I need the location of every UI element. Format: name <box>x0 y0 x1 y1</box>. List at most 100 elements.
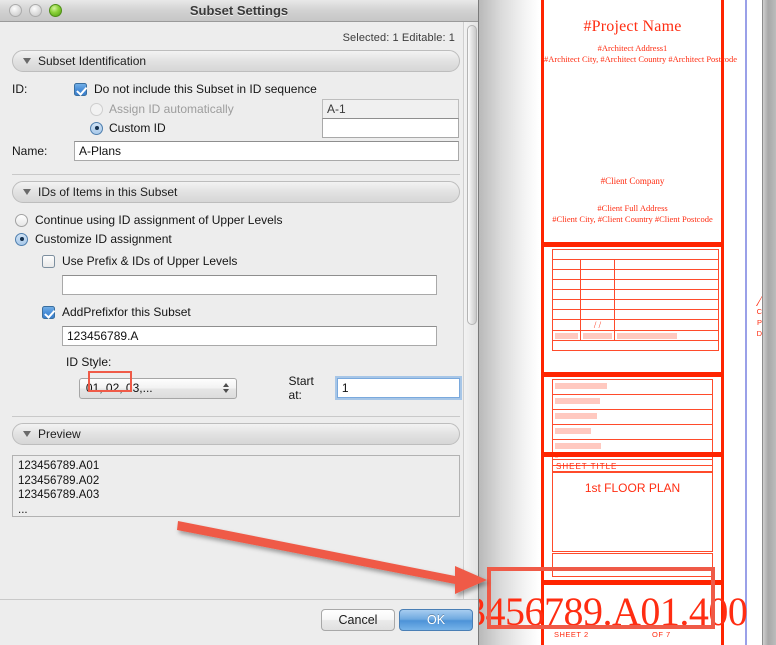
exclude-from-id-sequence-checkbox[interactable] <box>74 82 87 96</box>
custom-id-field[interactable] <box>322 118 459 138</box>
ok-button[interactable]: OK <box>399 609 473 631</box>
table-cell <box>552 319 581 331</box>
exclude-from-id-sequence-label: Do not include this Subset in ID sequenc… <box>94 82 317 96</box>
client-block: #Client Company #Client Full Address #Cl… <box>544 176 721 225</box>
table-cell <box>552 249 719 260</box>
placeholder-bar <box>555 413 597 419</box>
table-cell <box>614 309 719 320</box>
title-block-sheet: #Project Name #Architect Address1 #Archi… <box>541 0 738 645</box>
placeholder-bar <box>617 332 677 339</box>
placeholder-bar <box>555 443 601 449</box>
name-field[interactable]: A-Plans <box>74 141 459 161</box>
panel-left-gradient <box>479 0 539 645</box>
stepper-arrows-icon[interactable] <box>222 383 229 393</box>
table-cell <box>552 330 581 341</box>
assign-automatically-row: Assign ID automatically A-1 <box>12 99 460 119</box>
table-cell <box>580 259 615 270</box>
upper-levels-prefix-field-row <box>12 275 460 295</box>
architect-address-line2: #Architect City, #Architect Country #Arc… <box>544 54 738 64</box>
section-label: Subset Identification <box>38 54 147 68</box>
table-row <box>552 249 719 260</box>
customize-id-assignment-label: Customize ID assignment <box>35 232 172 246</box>
dialog-body: Selected: 1 Editable: 1 Subset Identific… <box>0 22 478 645</box>
table-row <box>552 309 719 320</box>
add-prefix-label-after: for this Subset <box>114 305 191 319</box>
table-row <box>552 299 719 310</box>
table-cell <box>552 340 719 351</box>
table-cell <box>614 289 719 300</box>
architect-address-line1: #Architect Address1 <box>597 43 668 53</box>
window-title: Subset Settings <box>189 3 289 18</box>
separator-bar-top <box>544 242 721 247</box>
disclosure-triangle-icon[interactable] <box>23 431 31 437</box>
table-cell <box>552 289 581 300</box>
list-item <box>553 398 712 410</box>
customize-id-assignment-radio[interactable] <box>15 232 28 246</box>
use-prefix-upper-levels-label: Use Prefix & IDs of Upper Levels <box>62 254 238 268</box>
upper-levels-prefix-field[interactable] <box>62 275 437 295</box>
disclosure-triangle-icon[interactable] <box>23 58 31 64</box>
id-style-value: 01, 02, 03,... <box>85 381 153 395</box>
table-cell <box>580 289 615 300</box>
table-cell <box>580 309 615 320</box>
section-header-subset-identification[interactable]: Subset Identification <box>12 50 460 72</box>
table-cell <box>614 269 719 280</box>
table-row: / / <box>552 319 719 331</box>
table-cell <box>552 279 581 290</box>
document-scrollbar[interactable] <box>762 0 776 645</box>
add-prefix-row: Add Prefix for this Subset <box>12 305 460 319</box>
list-item <box>553 428 712 440</box>
placeholder-bar <box>583 332 612 339</box>
sheet-title-box: 1st FLOOR PLAN <box>552 472 713 552</box>
section-header-ids-of-items[interactable]: IDs of Items in this Subset <box>12 181 460 203</box>
id-style-label-row: ID Style: <box>12 355 460 369</box>
id-style-select[interactable]: 01, 02, 03,... <box>78 377 237 399</box>
id-label: ID: <box>12 82 28 96</box>
list-item <box>553 413 712 425</box>
dialog-scrollbar[interactable] <box>463 22 478 610</box>
dialog-content: Selected: 1 Editable: 1 Subset Identific… <box>0 22 472 610</box>
table-row <box>552 340 719 351</box>
table-cell <box>614 319 719 331</box>
table-cell <box>580 299 615 310</box>
placeholder-bar <box>555 428 591 434</box>
separator-bar-bottom <box>544 580 721 585</box>
project-name-text: #Project Name <box>583 18 682 35</box>
table-cell <box>580 269 615 280</box>
table-row <box>552 289 719 300</box>
table-cell <box>552 309 581 320</box>
custom-id-label: Custom ID <box>109 121 166 135</box>
table-cell <box>580 330 615 341</box>
revision-marks-cell: / / <box>580 319 615 331</box>
table-cell <box>614 279 719 290</box>
sheet-title-label: SHEET TITLE <box>552 459 713 472</box>
assign-id-automatically-label: Assign ID automatically <box>109 102 234 116</box>
continue-upper-levels-radio[interactable] <box>15 213 28 227</box>
client-company-text: #Client Company <box>600 176 665 186</box>
table-cell <box>614 259 719 270</box>
add-prefix-label-highlight: Prefix <box>83 305 115 319</box>
section-header-preview[interactable]: Preview <box>12 423 460 445</box>
sheet-title-value: 1st FLOOR PLAN <box>584 481 681 495</box>
customize-id-assignment-row: Customize ID assignment <box>12 232 460 246</box>
assign-id-automatically-radio[interactable] <box>90 102 103 116</box>
dialog-titlebar[interactable]: Subset Settings <box>0 0 478 22</box>
disclosure-triangle-icon[interactable] <box>23 189 31 195</box>
screenshot-root: Subset Settings Selected: 1 Editable: 1 … <box>0 0 776 645</box>
prefix-value-field-row: 123456789.A <box>12 326 460 346</box>
client-full-address-text: #Client Full Address <box>597 203 668 213</box>
id-style-row: 01, 02, 03,... Start at: 1 <box>12 374 460 402</box>
cancel-button[interactable]: Cancel <box>321 609 395 631</box>
section-label: IDs of Items in this Subset <box>38 185 178 199</box>
preview-line: ... <box>18 503 28 516</box>
start-at-field[interactable]: 1 <box>336 378 460 398</box>
placeholder-bar <box>555 398 600 404</box>
add-prefix-checkbox[interactable] <box>42 305 55 319</box>
blue-guide-line <box>745 0 747 645</box>
dialog-scrollbar-thumb[interactable] <box>467 25 477 325</box>
custom-id-radio[interactable] <box>90 121 103 135</box>
use-prefix-upper-levels-checkbox[interactable] <box>42 254 55 268</box>
preview-line: 123456789.A02 <box>18 474 100 487</box>
drawing-preview-panel: #Project Name #Architect Address1 #Archi… <box>479 0 776 645</box>
prefix-value-field[interactable]: 123456789.A <box>62 326 437 346</box>
